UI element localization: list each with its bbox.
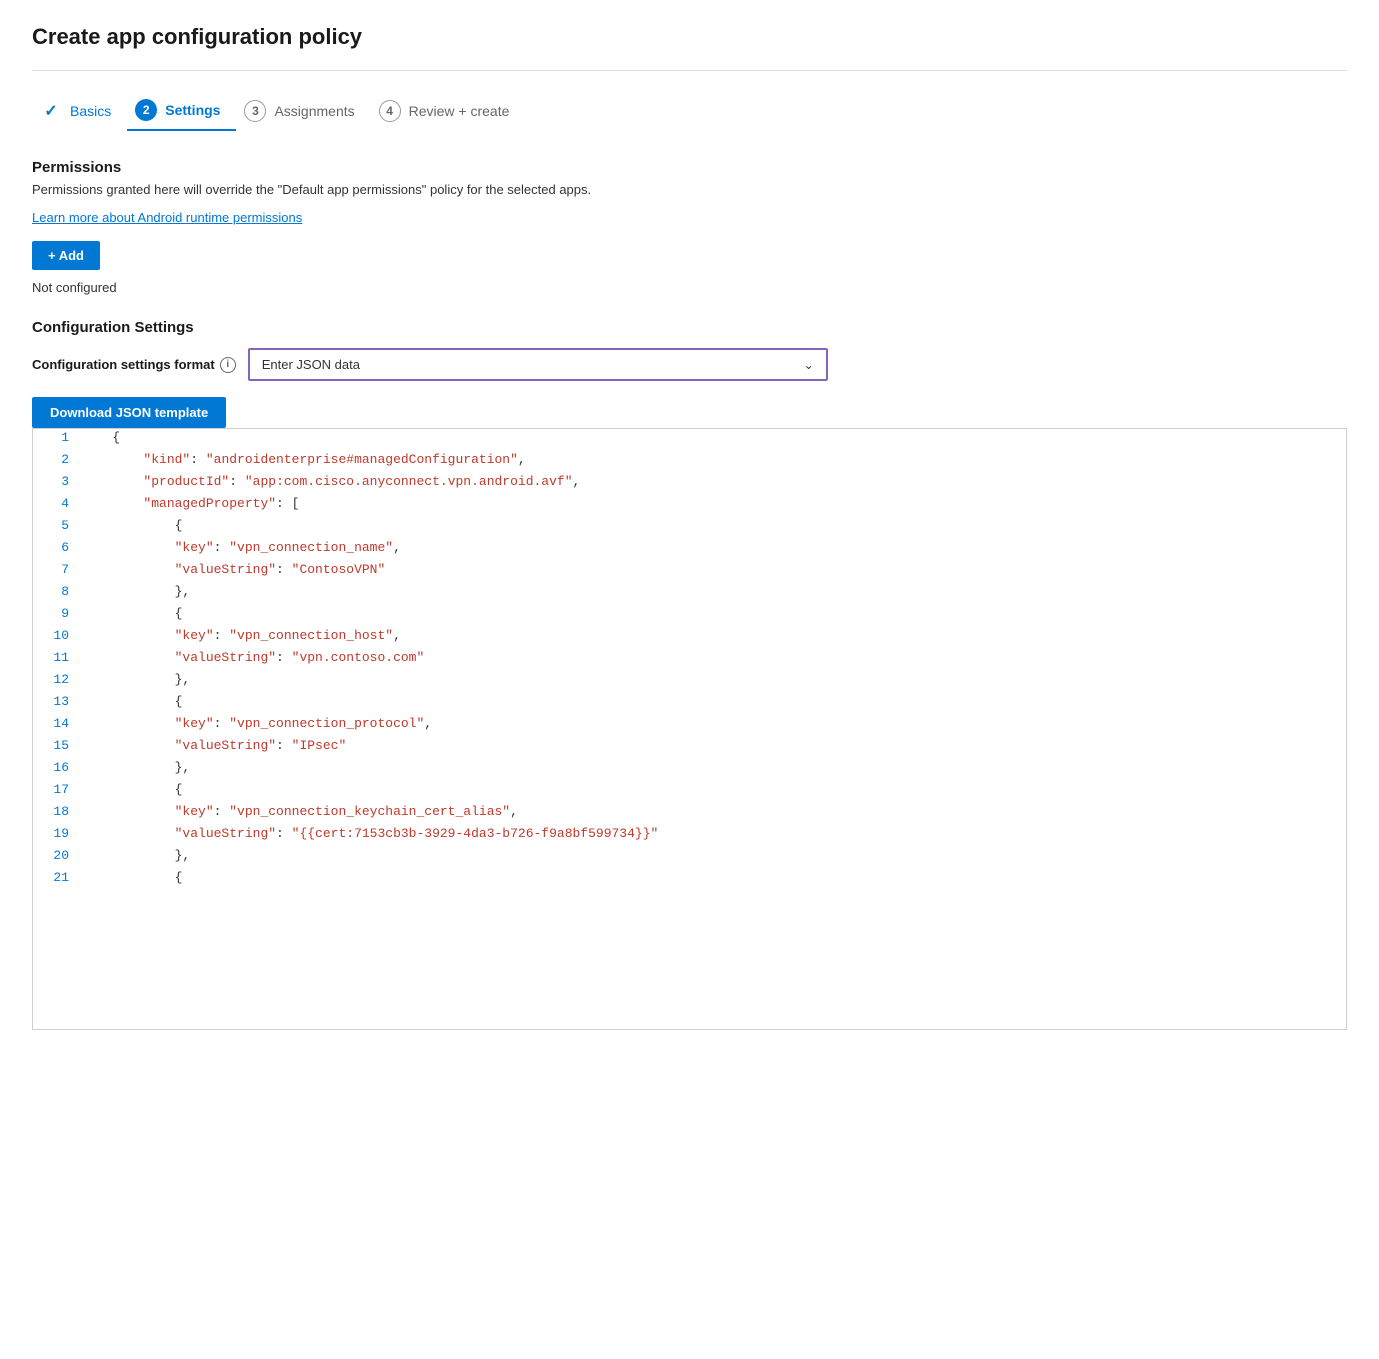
line-number: 6 xyxy=(33,540,81,555)
format-row: Configuration settings format i Enter JS… xyxy=(32,348,1347,381)
json-line: 20 }, xyxy=(33,847,1346,869)
line-content: "kind": "androidenterprise#managedConfig… xyxy=(81,451,1346,468)
line-number: 2 xyxy=(33,452,81,467)
not-configured-status: Not configured xyxy=(32,280,1347,295)
learn-more-link[interactable]: Learn more about Android runtime permiss… xyxy=(32,210,302,225)
json-line: 13 { xyxy=(33,693,1346,715)
add-button[interactable]: + Add xyxy=(32,241,100,270)
line-number: 16 xyxy=(33,760,81,775)
line-content: { xyxy=(81,605,1346,622)
page-title: Create app configuration policy xyxy=(32,24,1347,50)
permissions-section: Permissions Permissions granted here wil… xyxy=(32,159,1347,295)
json-line: 11 "valueString": "vpn.contoso.com" xyxy=(33,649,1346,671)
line-content: { xyxy=(81,517,1346,534)
info-icon[interactable]: i xyxy=(220,357,236,373)
line-content: { xyxy=(81,429,1346,446)
step-review[interactable]: 4 Review + create xyxy=(371,92,526,130)
json-line: 12 }, xyxy=(33,671,1346,693)
line-number: 3 xyxy=(33,474,81,489)
permissions-description: Permissions granted here will override t… xyxy=(32,182,1347,197)
line-content: "key": "vpn_connection_keychain_cert_ali… xyxy=(81,803,1346,820)
line-content: { xyxy=(81,781,1346,798)
line-number: 1 xyxy=(33,430,81,445)
line-content: }, xyxy=(81,583,1346,600)
json-line: 17 { xyxy=(33,781,1346,803)
chevron-down-icon: ⌄ xyxy=(804,358,814,372)
step-assignments[interactable]: 3 Assignments xyxy=(236,92,370,130)
step-review-label: Review + create xyxy=(409,103,510,119)
step-basics-label: Basics xyxy=(70,103,111,119)
json-line: 3 "productId": "app:com.cisco.anyconnect… xyxy=(33,473,1346,495)
step-settings-badge: 2 xyxy=(135,99,157,121)
json-line: 19 "valueString": "{{cert:7153cb3b-3929-… xyxy=(33,825,1346,847)
line-number: 18 xyxy=(33,804,81,819)
json-line: 6 "key": "vpn_connection_name", xyxy=(33,539,1346,561)
line-number: 15 xyxy=(33,738,81,753)
format-label: Configuration settings format i xyxy=(32,357,236,373)
json-line: 9 { xyxy=(33,605,1346,627)
line-content: "key": "vpn_connection_host", xyxy=(81,627,1346,644)
json-line: 5 { xyxy=(33,517,1346,539)
line-content: "key": "vpn_connection_name", xyxy=(81,539,1346,556)
line-number: 4 xyxy=(33,496,81,511)
line-content: "productId": "app:com.cisco.anyconnect.v… xyxy=(81,473,1346,490)
step-review-badge: 4 xyxy=(379,100,401,122)
line-number: 14 xyxy=(33,716,81,731)
line-number: 19 xyxy=(33,826,81,841)
json-line: 2 "kind": "androidenterprise#managedConf… xyxy=(33,451,1346,473)
line-number: 9 xyxy=(33,606,81,621)
json-line: 21 { xyxy=(33,869,1346,891)
json-editor-content[interactable]: 1 {2 "kind": "androidenterprise#managedC… xyxy=(33,429,1346,1029)
json-line: 10 "key": "vpn_connection_host", xyxy=(33,627,1346,649)
line-number: 20 xyxy=(33,848,81,863)
configuration-section-title: Configuration Settings xyxy=(32,319,1347,336)
line-number: 7 xyxy=(33,562,81,577)
json-line: 18 "key": "vpn_connection_keychain_cert_… xyxy=(33,803,1346,825)
json-line: 8 }, xyxy=(33,583,1346,605)
line-content: "valueString": "ContosoVPN" xyxy=(81,561,1346,578)
wizard-steps: ✓ Basics 2 Settings 3 Assignments 4 Revi… xyxy=(32,91,1347,131)
json-line: 1 { xyxy=(33,429,1346,451)
step-assignments-label: Assignments xyxy=(274,103,354,119)
line-content: { xyxy=(81,693,1346,710)
configuration-section: Configuration Settings Configuration set… xyxy=(32,319,1347,428)
line-content: { xyxy=(81,869,1346,886)
line-content: "valueString": "vpn.contoso.com" xyxy=(81,649,1346,666)
line-number: 13 xyxy=(33,694,81,709)
line-number: 8 xyxy=(33,584,81,599)
page-container: Create app configuration policy ✓ Basics… xyxy=(0,0,1379,1054)
json-line: 4 "managedProperty": [ xyxy=(33,495,1346,517)
line-content: }, xyxy=(81,671,1346,688)
json-editor[interactable]: 1 {2 "kind": "androidenterprise#managedC… xyxy=(32,428,1347,1030)
dropdown-value: Enter JSON data xyxy=(262,357,360,372)
permissions-title: Permissions xyxy=(32,159,1347,176)
line-content: "key": "vpn_connection_protocol", xyxy=(81,715,1346,732)
json-line: 15 "valueString": "IPsec" xyxy=(33,737,1346,759)
line-content: }, xyxy=(81,759,1346,776)
step-assignments-badge: 3 xyxy=(244,100,266,122)
download-json-button[interactable]: Download JSON template xyxy=(32,397,226,428)
line-content: "valueString": "IPsec" xyxy=(81,737,1346,754)
line-number: 10 xyxy=(33,628,81,643)
line-number: 12 xyxy=(33,672,81,687)
step-basics-badge: ✓ xyxy=(40,100,62,122)
json-line: 7 "valueString": "ContosoVPN" xyxy=(33,561,1346,583)
json-line: 16 }, xyxy=(33,759,1346,781)
divider xyxy=(32,70,1347,71)
line-content: }, xyxy=(81,847,1346,864)
json-line: 14 "key": "vpn_connection_protocol", xyxy=(33,715,1346,737)
json-format-dropdown[interactable]: Enter JSON data ⌄ xyxy=(248,348,828,381)
line-content: "managedProperty": [ xyxy=(81,495,1346,512)
line-number: 11 xyxy=(33,650,81,665)
line-content: "valueString": "{{cert:7153cb3b-3929-4da… xyxy=(81,825,1346,842)
line-number: 21 xyxy=(33,870,81,885)
line-number: 17 xyxy=(33,782,81,797)
step-basics[interactable]: ✓ Basics xyxy=(32,92,127,130)
step-settings[interactable]: 2 Settings xyxy=(127,91,236,131)
step-settings-label: Settings xyxy=(165,102,220,118)
line-number: 5 xyxy=(33,518,81,533)
